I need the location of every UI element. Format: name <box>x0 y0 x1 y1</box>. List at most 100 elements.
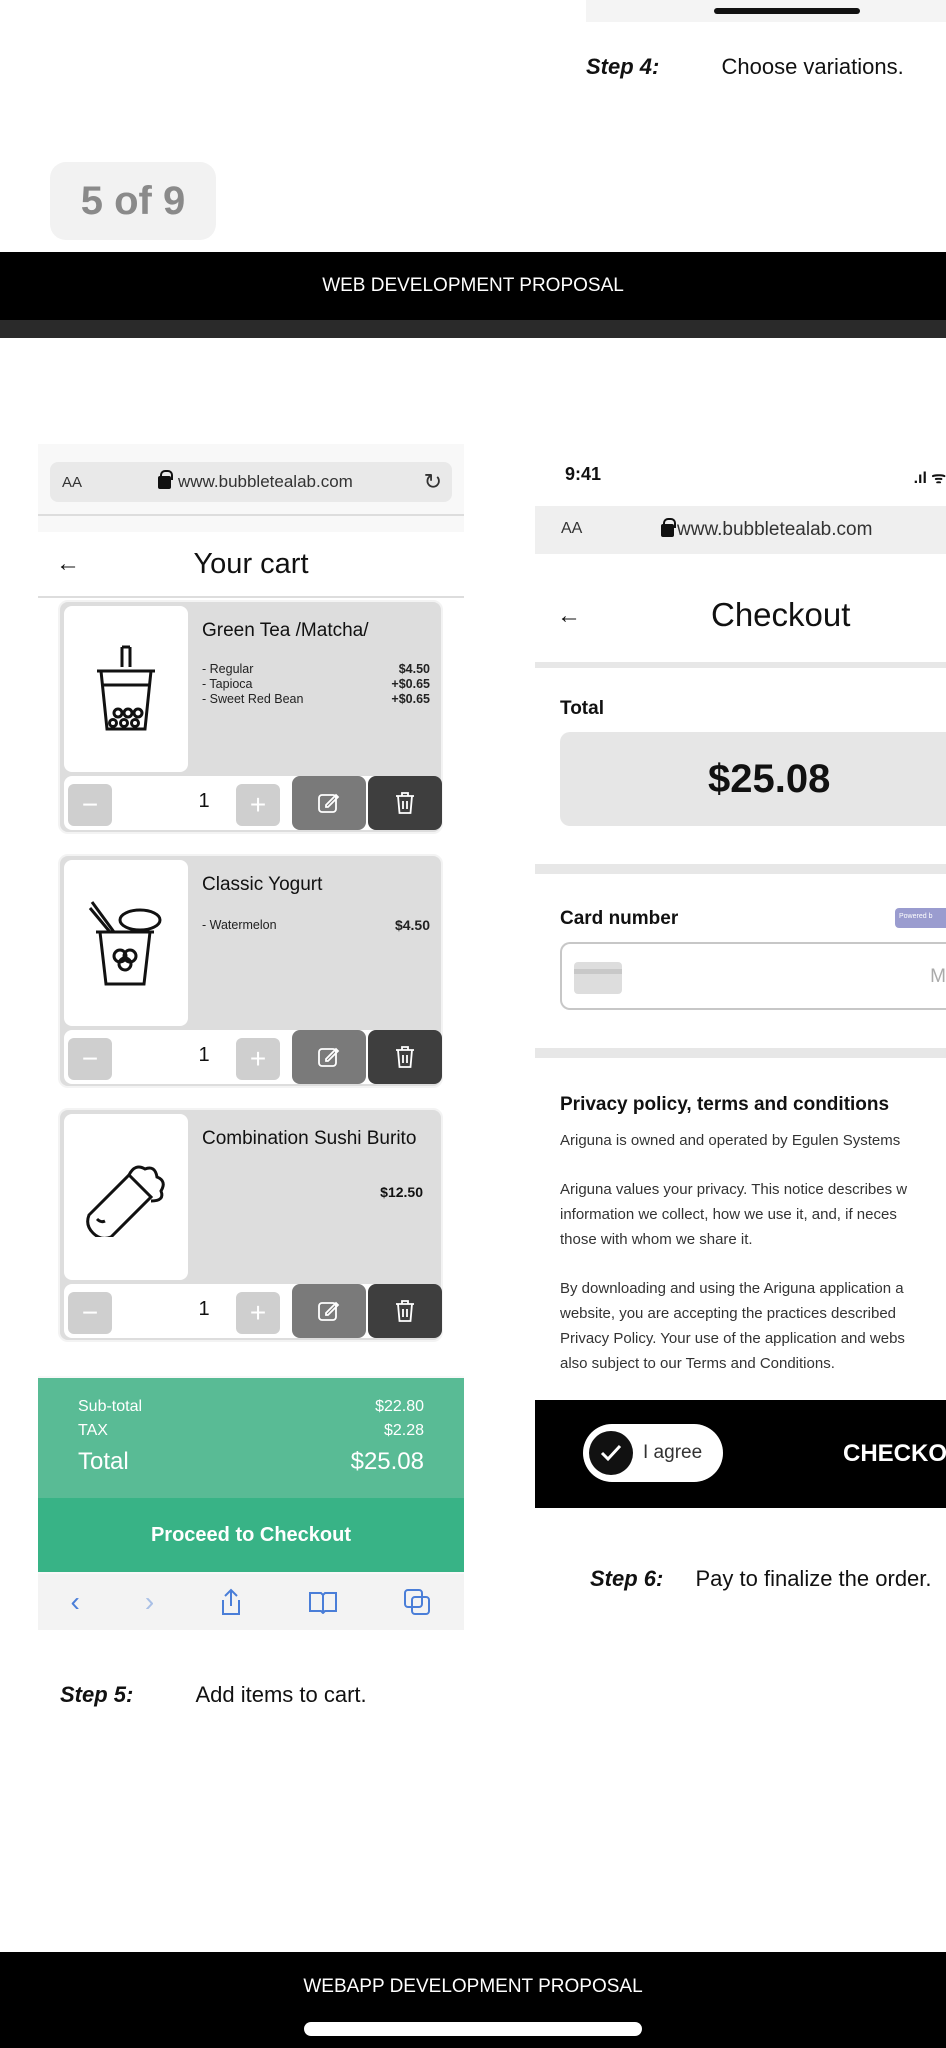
clock: 9:41 <box>565 464 602 484</box>
privacy-paragraph: Ariguna values your privacy. This notice… <box>560 1177 946 1252</box>
bubble-tea-icon <box>64 606 188 772</box>
option-price: +$0.65 <box>391 692 430 706</box>
card-number-input[interactable]: M <box>560 942 946 1010</box>
text-size-button[interactable]: AA <box>62 474 82 491</box>
page-title: Checkout <box>711 596 851 633</box>
lock-icon <box>158 469 173 489</box>
trash-icon <box>396 1300 414 1322</box>
url-display: www.bubbletealab.com <box>158 469 353 492</box>
decrease-qty-button[interactable]: − <box>68 1292 112 1334</box>
burrito-icon <box>64 1114 188 1280</box>
share-icon[interactable] <box>219 1588 243 1616</box>
item-controls: − 1 + <box>64 1284 442 1338</box>
total-row: Total $25.08 <box>78 1448 424 1476</box>
privacy-line: By downloading and using the Ariguna app… <box>560 1280 904 1297</box>
option-price: $4.50 <box>398 662 430 676</box>
item-controls: − 1 + <box>64 1030 442 1084</box>
previous-slide-edge <box>586 0 946 22</box>
privacy-line: Ariguna values your privacy. This notice… <box>560 1181 908 1198</box>
increase-qty-button[interactable]: + <box>236 1292 280 1334</box>
option-label: - Sweet Red Bean <box>202 692 304 706</box>
bookmarks-icon[interactable] <box>308 1590 338 1614</box>
step-6-text: Pay to finalize the order. <box>695 1566 932 1591</box>
forward-chevron-icon[interactable]: › <box>145 1586 154 1618</box>
address-bar[interactable]: AA www.bubbletealab.com <box>535 506 946 554</box>
divider <box>535 864 946 874</box>
subtotal-row: Sub-total $22.80 <box>78 1398 424 1416</box>
address-bar[interactable]: AA www.bubbletealab.com ↻ <box>50 462 452 502</box>
step-5-label: Step 5: <box>60 1682 134 1707</box>
item-quantity: 1 <box>198 790 210 812</box>
browser-toolbar: ‹ › <box>38 1574 464 1630</box>
url-display: www.bubbletealab.com <box>661 517 873 541</box>
bottom-banner: WEBAPP DEVELOPMENT PROPOSAL <box>0 1952 946 2048</box>
checkout-screen: 9:41 .ıl ᯤ AA www.bubbletealab.com ← Che… <box>535 444 946 1508</box>
url-text: www.bubbletealab.com <box>677 519 873 540</box>
checkout-button[interactable]: CHECKO <box>843 1440 946 1468</box>
text-size-button[interactable]: AA <box>561 520 582 538</box>
option-label: - Regular <box>202 662 254 676</box>
step-5-caption: Step 5: Add items to cart. <box>60 1682 367 1708</box>
proceed-to-checkout-button[interactable]: Proceed to Checkout <box>38 1498 464 1572</box>
cart-header: ← Your cart <box>38 532 464 596</box>
item-quantity: 1 <box>198 1044 210 1066</box>
lock-icon <box>661 517 676 537</box>
cart-item: Green Tea /Matcha/ - Regular $4.50 - Tapi… <box>58 600 443 834</box>
home-indicator[interactable] <box>304 2022 642 2036</box>
tax-label: TAX <box>78 1422 108 1439</box>
edit-icon <box>318 793 340 813</box>
status-bar: 9:41 .ıl ᯤ <box>535 444 946 500</box>
banner-shadow <box>0 320 946 338</box>
checkout-header: ← Checkout <box>535 566 946 662</box>
decrease-qty-button[interactable]: − <box>68 784 112 826</box>
item-controls: − 1 + <box>64 776 442 830</box>
edit-item-button[interactable] <box>292 776 366 830</box>
privacy-section: Privacy policy, terms and conditions Ari… <box>560 1094 946 1400</box>
total-label: Total <box>78 1448 129 1475</box>
increase-qty-button[interactable]: + <box>236 1038 280 1080</box>
tax-value: $2.28 <box>383 1422 424 1439</box>
trash-icon <box>396 792 414 814</box>
increase-qty-button[interactable]: + <box>236 784 280 826</box>
privacy-line: also subject to our Terms and Conditions… <box>560 1355 835 1372</box>
tabs-icon[interactable] <box>403 1588 431 1616</box>
tax-row: TAX $2.28 <box>78 1422 424 1440</box>
total-value: $25.08 <box>350 1448 424 1475</box>
privacy-paragraph: By downloading and using the Ariguna app… <box>560 1276 946 1376</box>
signal-icon: .ıl ᯤ <box>913 470 946 487</box>
cart-item: Combination Sushi Burito $12.50 − 1 + <box>58 1108 443 1342</box>
card-number-label: Card number <box>560 908 679 929</box>
edit-icon <box>318 1301 340 1321</box>
subtotal-label: Sub-total <box>78 1398 143 1415</box>
item-price: $12.50 <box>380 1184 423 1200</box>
back-arrow-icon[interactable]: ← <box>557 602 581 630</box>
edit-icon <box>318 1047 340 1067</box>
item-name: Green Tea /Matcha/ <box>202 620 369 641</box>
total-label: Total <box>560 698 604 719</box>
powered-by-badge: Powered b <box>895 908 946 928</box>
agree-toggle[interactable]: I agree <box>583 1424 723 1482</box>
privacy-title: Privacy policy, terms and conditions <box>560 1094 890 1115</box>
subtotal-value: $22.80 <box>375 1398 424 1415</box>
total-amount: $25.08 <box>560 732 946 826</box>
item-options: - Regular $4.50 - Tapioca +$0.65 - Sweet R… <box>202 662 430 707</box>
item-name: Classic Yogurt <box>202 874 323 895</box>
edit-item-button[interactable] <box>292 1030 366 1084</box>
back-chevron-icon[interactable]: ‹ <box>71 1586 80 1618</box>
agree-label: I agree <box>643 1442 703 1463</box>
decrease-qty-button[interactable]: − <box>68 1038 112 1080</box>
delete-item-button[interactable] <box>368 1030 442 1084</box>
card-placeholder: M <box>930 966 946 987</box>
divider <box>38 514 464 516</box>
delete-item-button[interactable] <box>368 776 442 830</box>
page-counter: 5 of 9 <box>50 162 216 240</box>
reload-icon[interactable]: ↻ <box>424 469 442 495</box>
delete-item-button[interactable] <box>368 1284 442 1338</box>
cart-screen: AA www.bubbletealab.com ↻ ← Your cart Gr… <box>38 444 464 1630</box>
item-options: - Watermelon $4.50 <box>202 918 430 933</box>
step-4-label: Step 4: <box>586 54 660 79</box>
item-name: Combination Sushi Burito <box>202 1128 417 1149</box>
url-text: www.bubbletealab.com <box>178 472 353 491</box>
option-price: $4.50 <box>394 917 430 933</box>
edit-item-button[interactable] <box>292 1284 366 1338</box>
